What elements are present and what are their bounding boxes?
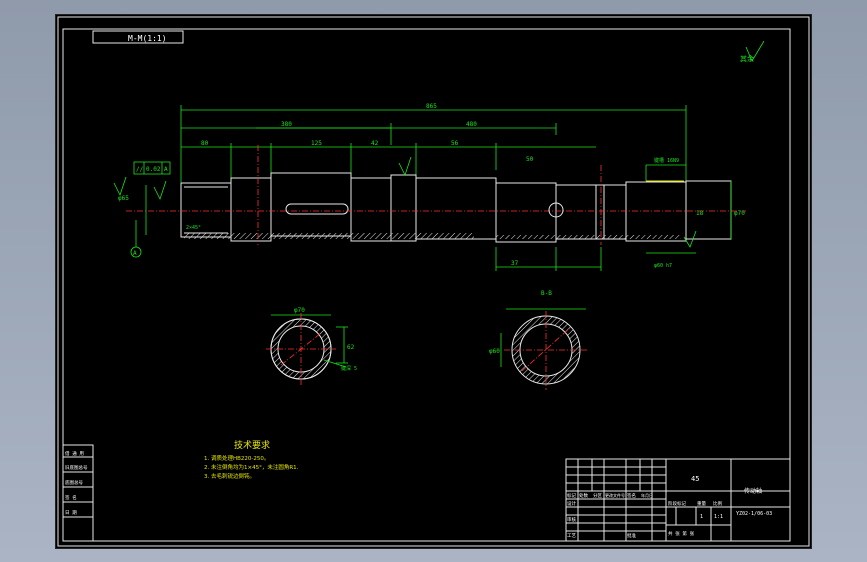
tech-requirements: 技术要求 1. 调质处理HB220-250。 2. 未注倒角均为1×45°，未注…	[204, 439, 299, 480]
svg-text:借 通 用: 借 通 用	[65, 450, 84, 457]
svg-text:年月日: 年月日	[641, 492, 653, 498]
svg-text:标记: 标记	[567, 492, 576, 499]
chamfer-note: 2×45°	[186, 225, 201, 231]
svg-text:设计: 设计	[567, 500, 576, 507]
tech-req-1: 1. 调质处理HB220-250。	[204, 454, 269, 462]
dim-d1: 80	[201, 140, 209, 147]
svg-text:共 张 第 张: 共 张 第 张	[668, 530, 695, 537]
svg-text:更改文件号: 更改文件号	[605, 492, 625, 498]
svg-text:工艺: 工艺	[567, 533, 576, 539]
section-right: B-B φ60	[489, 290, 588, 390]
dim-dia-left: φ65	[118, 195, 129, 202]
dim-span-right: 480	[466, 121, 477, 128]
svg-text://: //	[136, 166, 144, 173]
dim-overall: 865	[426, 103, 437, 110]
part-name: 传动轴	[744, 487, 762, 495]
svg-text:A: A	[133, 250, 137, 257]
svg-text:签 名: 签 名	[65, 494, 77, 501]
svg-text:B-B: B-B	[541, 290, 552, 297]
svg-text:审核: 审核	[567, 516, 576, 523]
svg-text:其余: 其余	[740, 54, 754, 63]
title-block: 标记 处数 分区 更改文件号 签名 年月日 设计 审核 工艺 批准 阶段标记 重…	[565, 458, 791, 542]
svg-text:签名: 签名	[627, 492, 636, 499]
dim-dia-right: φ70	[734, 210, 745, 217]
svg-text:阶段标记: 阶段标记	[668, 500, 686, 507]
quantity: 1	[700, 514, 703, 520]
section-left: φ70 62 键深 5	[266, 307, 357, 385]
dim-d2: 125	[311, 140, 322, 147]
shaft-main-view: 865 380 480 80 125 42 56 50 φ70 18 φ65 /…	[113, 103, 746, 271]
tech-req-2: 2. 未注倒角均为1×45°，未注圆角R1.	[204, 463, 299, 471]
svg-text:底图总号: 底图总号	[65, 479, 83, 486]
roughness-note: 其余	[740, 40, 765, 63]
svg-text:分区: 分区	[593, 492, 602, 499]
svg-text:重量: 重量	[697, 500, 706, 507]
drawing-number: YZ02-1/06-03	[736, 511, 772, 517]
svg-text:0.02: 0.02	[146, 166, 161, 173]
material: 45	[691, 475, 699, 483]
svg-text:键深 5: 键深 5	[341, 365, 357, 372]
outer-frame	[57, 16, 810, 547]
callout-keyway: 键槽 16N9	[654, 157, 679, 164]
view-title: M-M(1:1)	[128, 34, 167, 43]
keyway-slot	[285, 203, 349, 215]
svg-text:日 期: 日 期	[65, 510, 77, 516]
svg-text:比例: 比例	[713, 500, 722, 507]
cad-drawing: M-M(1:1) 其余 865 380 480 80 125 42 56 50	[57, 16, 810, 547]
dim-bottom-1: 37	[511, 260, 519, 267]
dim-d4: 56	[451, 140, 459, 147]
scale: 1:1	[714, 514, 723, 520]
tech-req-3: 3. 去毛刺锐边倒钝。	[204, 472, 255, 480]
drawing-sheet: M-M(1:1) 其余 865 380 480 80 125 42 56 50	[56, 15, 811, 548]
callout-bottom: φ60 h7	[654, 263, 672, 269]
dim-d5: 50	[526, 156, 534, 163]
svg-text:旧底图总号: 旧底图总号	[65, 464, 88, 471]
svg-text:62: 62	[347, 344, 355, 351]
svg-text:A: A	[164, 166, 168, 173]
svg-text:φ70: φ70	[294, 307, 305, 314]
dim-dia-mid: 18	[696, 210, 704, 217]
dim-d3: 42	[371, 140, 379, 147]
dim-span-left: 380	[281, 121, 292, 128]
svg-text:批准: 批准	[627, 532, 636, 539]
svg-text:处数: 处数	[579, 492, 588, 499]
svg-text:φ60: φ60	[489, 348, 500, 355]
tech-req-title: 技术要求	[234, 439, 270, 451]
side-table: 借 通 用 旧底图总号 底图总号 签 名 日 期	[62, 444, 94, 542]
